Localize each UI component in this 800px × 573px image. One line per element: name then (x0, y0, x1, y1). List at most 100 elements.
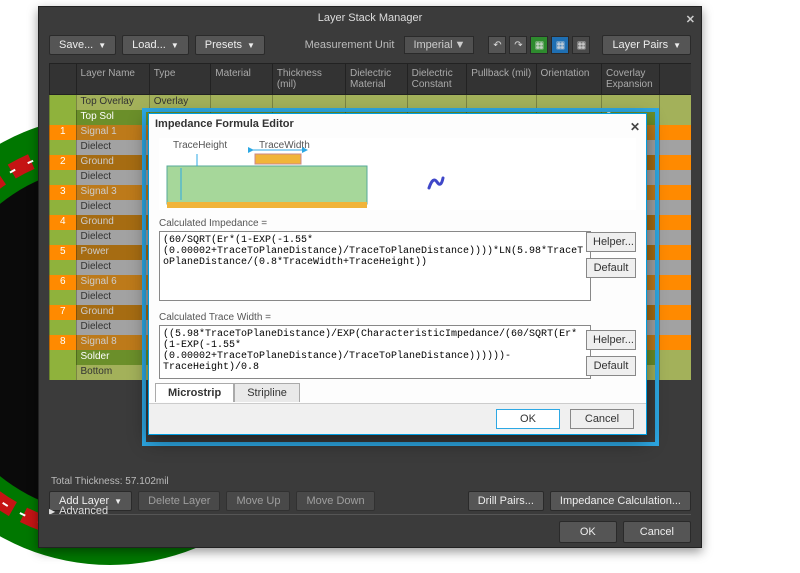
layers-blue-icon[interactable]: ▦ (551, 36, 569, 54)
row-number (49, 200, 76, 215)
dialog-ok-button[interactable]: OK (496, 409, 560, 429)
col-coverlay[interactable]: Coverlay Expansion (601, 64, 659, 94)
col-thickness[interactable]: Thickness (mil) (272, 64, 345, 94)
layer-name-cell: Signal 8 (76, 335, 149, 350)
presets-button[interactable]: Presets▼ (195, 35, 265, 55)
measurement-unit-select[interactable]: Imperial▼ (404, 36, 474, 54)
layer-pairs-select[interactable]: Layer Pairs▼ (602, 35, 691, 55)
default-button-1[interactable]: Default (586, 258, 636, 278)
dialog-tabs: Microstrip Stripline (155, 383, 300, 402)
type-cell: Overlay (149, 95, 211, 110)
chevron-down-icon: ▼ (114, 497, 122, 506)
helper-button-1[interactable]: Helper... (586, 232, 636, 252)
row-number (49, 365, 76, 380)
layer-name-cell: Bottom (76, 365, 149, 380)
window-footer: OK Cancel (49, 514, 691, 543)
undo-icon[interactable]: ↶ (488, 36, 506, 54)
tab-microstrip[interactable]: Microstrip (155, 383, 234, 402)
ok-button[interactable]: OK (559, 521, 617, 543)
close-icon[interactable]: ✕ (686, 9, 695, 31)
layer-name-cell: Dielect (76, 290, 149, 305)
helper-button-2[interactable]: Helper... (586, 330, 636, 350)
layer-name-cell: Dielect (76, 170, 149, 185)
layer-name-cell: Ground (76, 305, 149, 320)
measurement-unit-label: Measurement Unit (305, 39, 395, 51)
layer-name-cell: Solder (76, 350, 149, 365)
row-number: 3 (49, 185, 76, 200)
row-number (49, 110, 76, 125)
save-button[interactable]: Save...▼ (49, 35, 116, 55)
calc-trace-width-field[interactable] (159, 325, 591, 379)
dialog-footer: OK Cancel (149, 403, 646, 434)
bottom-toolbar: Add Layer▼ Delete Layer Move Up Move Dow… (49, 491, 691, 511)
window-titlebar: Layer Stack Manager ✕ (39, 7, 701, 29)
default-button-2[interactable]: Default (586, 356, 636, 376)
total-thickness-label: Total Thickness: 57.102mil (51, 476, 169, 487)
row-number (49, 140, 76, 155)
table-header: Layer Name Type Material Thickness (mil)… (49, 63, 691, 95)
layer-name-cell: Dielect (76, 230, 149, 245)
layer-name-cell: Dielect (76, 200, 149, 215)
dialog-title: Impedance Formula Editor (155, 118, 294, 130)
redo-icon[interactable]: ↷ (509, 36, 527, 54)
tab-stripline[interactable]: Stripline (234, 383, 300, 402)
trace-diagram: TraceHeight TraceWidth TraceToPlaneDista… (159, 138, 636, 210)
table-row[interactable]: Top OverlayOverlay (49, 95, 691, 110)
calc-impedance-field[interactable] (159, 231, 591, 301)
load-button[interactable]: Load...▼ (122, 35, 189, 55)
layer-name-cell: Dielect (76, 260, 149, 275)
layers-green-icon[interactable]: ▦ (530, 36, 548, 54)
close-icon[interactable]: ✕ (630, 117, 640, 137)
col-layer-name[interactable]: Layer Name (76, 64, 149, 94)
row-number: 6 (49, 275, 76, 290)
row-number (49, 290, 76, 305)
layer-name-cell: Ground (76, 155, 149, 170)
layer-name-cell: Ground (76, 215, 149, 230)
toolbar: Save...▼ Load...▼ Presets▼ Measurement U… (39, 29, 701, 61)
chevron-down-icon: ▼ (98, 41, 106, 50)
layer-name-cell: Dielect (76, 320, 149, 335)
chevron-down-icon: ▼ (455, 39, 466, 51)
impedance-calc-button[interactable]: Impedance Calculation... (550, 491, 691, 511)
layer-name-cell: Top Overlay (76, 95, 149, 110)
layer-name-cell: Signal 3 (76, 185, 149, 200)
col-dielectric-material[interactable]: Dielectric Material (345, 64, 407, 94)
coverlay-cell (601, 95, 659, 110)
calc-impedance-label: Calculated Impedance = (159, 218, 636, 229)
layer-name-cell: Signal 6 (76, 275, 149, 290)
dialog-cancel-button[interactable]: Cancel (570, 409, 634, 429)
move-down-button[interactable]: Move Down (296, 491, 374, 511)
chevron-down-icon: ▼ (247, 41, 255, 50)
move-up-button[interactable]: Move Up (226, 491, 290, 511)
layer-name-cell: Dielect (76, 140, 149, 155)
col-type[interactable]: Type (149, 64, 211, 94)
row-number (49, 230, 76, 245)
drill-pairs-button[interactable]: Drill Pairs... (468, 491, 544, 511)
chevron-down-icon: ▼ (673, 41, 681, 50)
row-number: 5 (49, 245, 76, 260)
layers-gray-icon[interactable]: ▦ (572, 36, 590, 54)
dialog-titlebar: Impedance Formula Editor ✕ (149, 114, 646, 134)
delete-layer-button[interactable]: Delete Layer (138, 491, 220, 511)
col-material[interactable]: Material (210, 64, 272, 94)
row-number (49, 95, 76, 110)
layer-name-cell: Signal 1 (76, 125, 149, 140)
chevron-down-icon: ▼ (171, 41, 179, 50)
calc-trace-width-label: Calculated Trace Width = (159, 312, 636, 323)
row-number: 1 (49, 125, 76, 140)
cancel-button[interactable]: Cancel (623, 521, 691, 543)
row-number: 4 (49, 215, 76, 230)
col-orientation[interactable]: Orientation (536, 64, 601, 94)
row-number: 7 (49, 305, 76, 320)
row-number: 2 (49, 155, 76, 170)
row-number (49, 170, 76, 185)
layer-name-cell: Power (76, 245, 149, 260)
row-number: 8 (49, 335, 76, 350)
row-number (49, 260, 76, 275)
row-number (49, 320, 76, 335)
impedance-formula-dialog: Impedance Formula Editor ✕ TraceHeight T… (148, 113, 647, 435)
window-title: Layer Stack Manager (318, 12, 423, 24)
col-pullback[interactable]: Pullback (mil) (466, 64, 535, 94)
col-dielectric-constant[interactable]: Dielectric Constant (407, 64, 467, 94)
row-number (49, 350, 76, 365)
